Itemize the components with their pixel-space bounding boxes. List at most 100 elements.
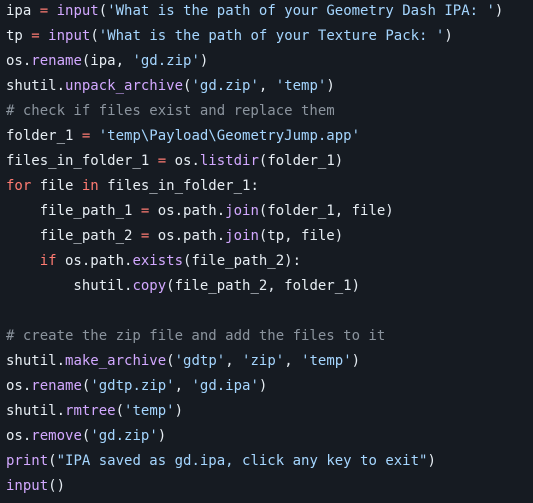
code-text: shutil.: [6, 353, 66, 369]
string-literal: 'gdtp.zip': [90, 378, 175, 394]
function-name: input: [56, 3, 99, 19]
function-name: rmtree: [65, 403, 116, 419]
code-text: (: [98, 3, 108, 19]
operator: =: [157, 153, 167, 169]
function-name: print: [6, 453, 49, 469]
string-literal: 'gdtp': [174, 353, 226, 369]
code-text: os.: [6, 53, 32, 69]
code-text: shutil.: [6, 78, 66, 94]
code-text: (: [48, 453, 57, 469]
code-text: ): [174, 403, 184, 419]
string-literal: 'gd.zip': [90, 428, 158, 444]
code-text: ): [444, 28, 453, 44]
code-text: (: [166, 353, 175, 369]
code-text: (folder_1, file): [258, 203, 394, 219]
code-line: os.rename(ipa, 'gd.zip'): [6, 49, 533, 74]
function-name: copy: [132, 278, 167, 294]
code-text: ,: [258, 78, 276, 94]
function-name: rename: [31, 53, 82, 69]
code-line: for file in files_in_folder_1:: [6, 174, 533, 199]
function-name: exists: [132, 253, 184, 269]
function-name: listdir: [199, 153, 259, 169]
keyword: in: [81, 178, 99, 194]
keyword: if: [39, 253, 57, 269]
code-line: print("IPA saved as gd.ipa, click any ke…: [6, 449, 533, 474]
code-text: ): [351, 353, 361, 369]
function-name: input: [48, 28, 91, 44]
code-text: os.: [166, 153, 200, 169]
code-text: (folder_1): [258, 153, 344, 169]
code-line: shutil.rmtree('temp'): [6, 399, 533, 424]
code-editor[interactable]: ipa = input('What is the path of your Ge…: [0, 0, 533, 503]
code-line: tp = input('What is the path of your Tex…: [6, 24, 533, 49]
code-text: tp: [6, 28, 32, 44]
comment: # create the zip file and add the files …: [6, 328, 386, 344]
code-line: if os.path.exists(file_path_2):: [6, 249, 533, 274]
function-name: remove: [31, 428, 82, 444]
code-line: # create the zip file and add the files …: [6, 324, 533, 349]
function-name: make_archive: [65, 353, 167, 369]
function-name: unpack_archive: [65, 78, 184, 94]
code-text: shutil.: [6, 403, 66, 419]
string-literal: "IPA saved as gd.ipa, click any key to e…: [56, 453, 428, 469]
code-text: (file_path_2):: [183, 253, 302, 269]
code-text: ,: [225, 353, 243, 369]
code-line: file_path_2 = os.path.join(tp, file): [6, 224, 533, 249]
code-text: files_in_folder_1: [6, 153, 158, 169]
code-text: file_path_2: [6, 228, 141, 244]
code-line: shutil.copy(file_path_2, folder_1): [6, 274, 533, 299]
operator: =: [31, 28, 40, 44]
string-literal: 'gd.zip': [132, 53, 200, 69]
code-text: os.path.: [149, 203, 226, 219]
code-text: file_path_1: [6, 203, 141, 219]
operator: =: [39, 3, 49, 19]
function-name: rename: [31, 378, 82, 394]
function-name: join: [225, 228, 259, 244]
string-literal: 'gd.zip': [191, 78, 259, 94]
code-text: ): [199, 53, 209, 69]
code-text: os.path.: [56, 253, 133, 269]
code-text: (): [48, 478, 66, 494]
function-name: input: [6, 478, 49, 494]
code-text: ,: [174, 378, 192, 394]
code-text: ): [494, 3, 504, 19]
code-text: (file_path_2, folder_1): [166, 278, 361, 294]
code-line: os.rename('gdtp.zip', 'gd.ipa'): [6, 374, 533, 399]
code-line: # check if files exist and replace them: [6, 99, 533, 124]
code-line: file_path_1 = os.path.join(folder_1, fil…: [6, 199, 533, 224]
code-text: ): [326, 78, 335, 94]
keyword: for: [6, 178, 32, 194]
code-text: folder_1: [6, 128, 82, 144]
code-line: ipa = input('What is the path of your Ge…: [6, 0, 533, 24]
code-text: ): [427, 453, 436, 469]
code-line: shutil.unpack_archive('gd.zip', 'temp'): [6, 74, 533, 99]
string-literal: 'What is the path of your Geometry Dash …: [107, 3, 495, 19]
code-text: ): [258, 378, 268, 394]
code-line: input(): [6, 474, 533, 499]
string-literal: 'temp': [301, 353, 352, 369]
comment: # check if files exist and replace them: [6, 103, 335, 119]
code-text: file: [31, 178, 82, 194]
code-text: files_in_folder_1:: [98, 178, 259, 194]
string-literal: 'What is the path of your Texture Pack: …: [98, 28, 445, 44]
function-name: join: [225, 203, 259, 219]
code-line: files_in_folder_1 = os.listdir(folder_1): [6, 149, 533, 174]
code-block[interactable]: ipa = input('What is the path of your Ge…: [6, 0, 533, 499]
string-literal: 'temp\Payload\GeometryJump.app': [98, 128, 361, 144]
code-text: (tp, file): [258, 228, 344, 244]
code-text: ,: [284, 353, 302, 369]
code-line: folder_1 = 'temp\Payload\GeometryJump.ap…: [6, 124, 533, 149]
code-line: shutil.make_archive('gdtp', 'zip', 'temp…: [6, 349, 533, 374]
code-text: shutil.: [6, 278, 133, 294]
code-text: os.: [6, 378, 32, 394]
code-text: ipa: [6, 3, 40, 19]
code-text: (: [115, 403, 125, 419]
code-text: os.path.: [149, 228, 226, 244]
string-literal: 'temp': [275, 78, 327, 94]
code-text: os.: [6, 428, 32, 444]
